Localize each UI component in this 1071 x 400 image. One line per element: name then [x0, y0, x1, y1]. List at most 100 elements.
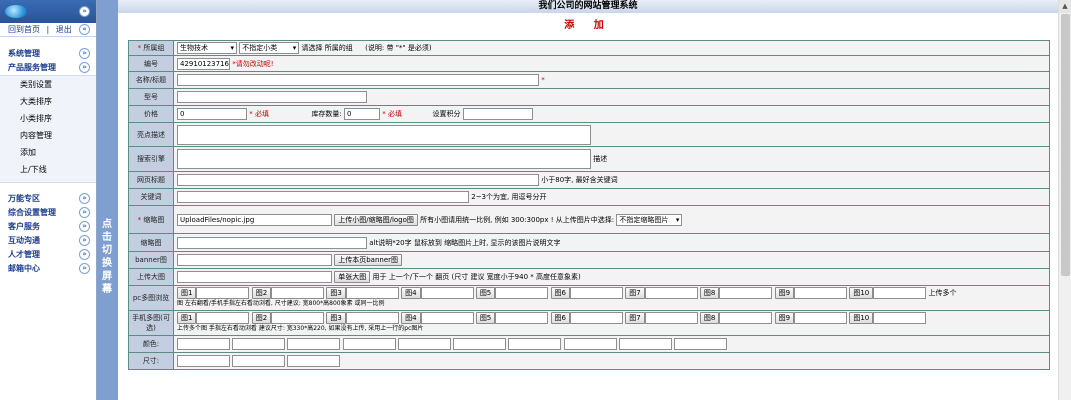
thumb-select[interactable]: 不指定缩略图片: [616, 213, 683, 226]
name-input[interactable]: [177, 74, 539, 86]
home-link[interactable]: 回到首页: [8, 25, 40, 34]
mobile-image-3-button[interactable]: 图3: [326, 312, 346, 324]
pc-image-6-input[interactable]: [569, 287, 623, 299]
submenu-item-category[interactable]: 类别设置: [0, 76, 96, 93]
pc-image-10-button[interactable]: 图10: [849, 287, 874, 299]
chevron-down-icon[interactable]: »: [79, 207, 90, 218]
pc-image-1-input[interactable]: [196, 287, 250, 299]
upload-big-image-button[interactable]: 单张大图: [334, 271, 371, 283]
submenu-item-major-sort[interactable]: 大类排序: [0, 93, 96, 110]
pc-image-8-input[interactable]: [719, 287, 773, 299]
mobile-image-9-button[interactable]: 图9: [774, 312, 795, 324]
big-image-input[interactable]: [177, 271, 332, 283]
category-select[interactable]: 生物技术: [177, 42, 237, 54]
pc-image-10-input[interactable]: [873, 287, 927, 299]
model-input[interactable]: [177, 91, 367, 103]
keywords-input[interactable]: [177, 191, 469, 203]
logout-link[interactable]: 退出: [56, 25, 72, 34]
menu-products[interactable]: 产品服务管理»: [0, 61, 96, 75]
color-input-7[interactable]: [508, 338, 562, 350]
chevron-down-icon[interactable]: »: [79, 48, 90, 59]
chevron-down-icon[interactable]: »: [79, 193, 90, 204]
points-input[interactable]: [462, 108, 533, 120]
collapse-sidebar-icon[interactable]: «: [79, 24, 90, 35]
code-input[interactable]: 42910123716: [177, 57, 230, 70]
menu-talent[interactable]: 人才管理»: [0, 248, 96, 262]
color-input-10[interactable]: [674, 338, 728, 350]
color-input-1[interactable]: [177, 338, 230, 350]
pc-image-4-button[interactable]: 图4: [401, 287, 421, 299]
page-title-input[interactable]: [177, 174, 539, 186]
color-input-4[interactable]: [342, 338, 396, 350]
pc-image-3-input[interactable]: [345, 287, 399, 299]
color-input-9[interactable]: [618, 338, 672, 350]
stock-input[interactable]: 0: [344, 108, 381, 120]
size-input-1[interactable]: [177, 355, 230, 367]
mobile-image-8-button[interactable]: 图8: [699, 312, 720, 324]
mobile-image-4-input[interactable]: [420, 312, 474, 324]
pc-image-9-button[interactable]: 图9: [774, 287, 795, 299]
pc-image-6-button[interactable]: 图6: [550, 287, 570, 299]
mobile-image-1-input[interactable]: [196, 312, 250, 324]
thumb-input[interactable]: UploadFiles/nopic.jpg: [177, 213, 332, 226]
pc-image-5-input[interactable]: [495, 287, 549, 299]
mobile-image-6-input[interactable]: [569, 312, 623, 324]
color-input-2[interactable]: [232, 338, 286, 350]
menu-customer[interactable]: 客户服务»: [0, 220, 96, 234]
chevron-down-icon[interactable]: »: [79, 221, 90, 232]
pc-image-7-button[interactable]: 图7: [625, 287, 645, 299]
scrollbar[interactable]: ▲: [1058, 0, 1071, 400]
mobile-image-10-input[interactable]: [873, 312, 927, 324]
submenu-item-content[interactable]: 内容管理: [0, 127, 96, 144]
thumb-desc-input[interactable]: [177, 236, 367, 249]
upload-banner-button[interactable]: 上传本页banner图: [334, 254, 403, 266]
color-input-8[interactable]: [563, 338, 617, 350]
banner-input[interactable]: [177, 254, 332, 266]
mobile-image-6-button[interactable]: 图6: [550, 312, 570, 324]
pc-image-2-input[interactable]: [271, 287, 325, 299]
pc-image-4-input[interactable]: [420, 287, 474, 299]
toggle-screen-bar[interactable]: 点击切换屏幕: [97, 0, 118, 400]
mobile-image-10-button[interactable]: 图10: [849, 312, 874, 324]
pc-image-7-input[interactable]: [644, 287, 698, 299]
mobile-image-7-input[interactable]: [644, 312, 698, 324]
menu-universal[interactable]: 万能专区»: [0, 192, 96, 206]
mobile-image-5-button[interactable]: 图5: [475, 312, 496, 324]
color-input-3[interactable]: [287, 338, 341, 350]
pc-image-3-button[interactable]: 图3: [326, 287, 346, 299]
menu-interaction[interactable]: 互动沟通»: [0, 234, 96, 248]
mobile-image-1-button[interactable]: 图1: [177, 312, 197, 324]
chevron-down-icon[interactable]: »: [79, 6, 90, 17]
chevron-down-icon[interactable]: »: [79, 249, 90, 260]
chevron-down-icon[interactable]: »: [79, 263, 90, 274]
color-input-6[interactable]: [453, 338, 507, 350]
upload-thumb-button[interactable]: 上传小图/缩略图/logo图: [334, 213, 418, 226]
pc-image-1-button[interactable]: 图1: [177, 287, 197, 299]
mobile-image-3-input[interactable]: [345, 312, 399, 324]
submenu-item-add[interactable]: 添加: [0, 144, 96, 161]
mobile-image-2-input[interactable]: [271, 312, 325, 324]
chevron-down-icon[interactable]: »: [79, 62, 90, 73]
chevron-down-icon[interactable]: »: [79, 235, 90, 246]
mobile-image-4-button[interactable]: 图4: [401, 312, 421, 324]
subcategory-select[interactable]: 不指定小类: [239, 42, 300, 54]
seo-textarea[interactable]: [177, 149, 591, 169]
pc-image-8-button[interactable]: 图8: [699, 287, 720, 299]
color-input-5[interactable]: [397, 338, 451, 350]
mobile-image-2-button[interactable]: 图2: [251, 312, 272, 324]
price-input[interactable]: 0: [177, 108, 247, 120]
submenu-item-online[interactable]: 上/下线: [0, 161, 96, 178]
pc-image-5-button[interactable]: 图5: [475, 287, 496, 299]
toggle-screen-label[interactable]: 点击切换屏幕: [100, 218, 114, 296]
mobile-image-5-input[interactable]: [495, 312, 549, 324]
mobile-image-8-input[interactable]: [719, 312, 773, 324]
scroll-up-icon[interactable]: ▲: [1059, 0, 1071, 13]
submenu-item-minor-sort[interactable]: 小类排序: [0, 110, 96, 127]
pc-image-2-button[interactable]: 图2: [251, 287, 272, 299]
pc-image-9-input[interactable]: [794, 287, 848, 299]
size-input-3[interactable]: [287, 355, 341, 367]
mobile-image-9-input[interactable]: [794, 312, 848, 324]
highlight-textarea[interactable]: [177, 124, 591, 145]
size-input-2[interactable]: [232, 355, 286, 367]
mobile-image-7-button[interactable]: 图7: [625, 312, 645, 324]
